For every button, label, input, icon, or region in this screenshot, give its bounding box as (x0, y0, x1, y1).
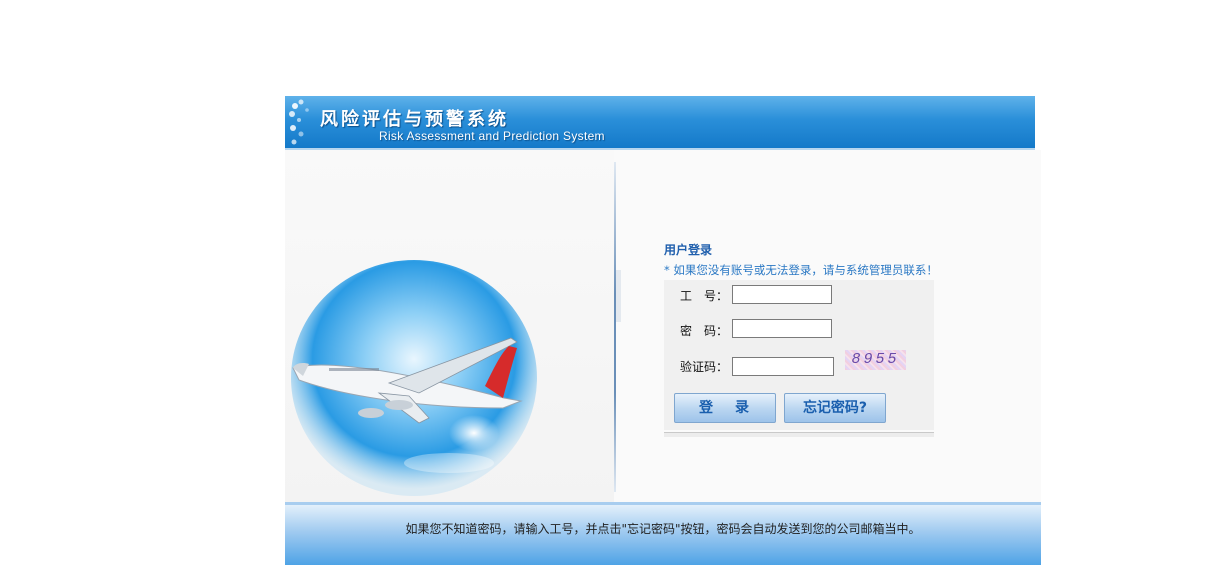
forgot-password-button[interactable]: 忘记密码? (784, 393, 886, 423)
form-bottom-border (664, 432, 934, 437)
login-note: * 如果您没有账号或无法登录，请与系统管理员联系！ (664, 263, 938, 277)
password-input[interactable] (732, 319, 832, 338)
password-label: 密 码： (680, 324, 729, 338)
footer: 如果您不知道密码，请输入工号，并点击"忘记密码"按钮，密码会自动发送到您的公司邮… (285, 505, 1041, 565)
app-title: 风险评估与预警系统 (320, 109, 509, 130)
airplane-globe-illustration (291, 260, 537, 496)
login-button[interactable]: 登录 (674, 393, 776, 423)
login-title: 用户登录 (664, 243, 713, 257)
employee-id-input[interactable] (732, 285, 832, 304)
captcha-label: 验证码： (680, 360, 729, 374)
footer-hint: 如果您不知道密码，请输入工号，并点击"忘记密码"按钮，密码会自动发送到您的公司邮… (405, 522, 921, 536)
login-main: 用户登录 * 如果您没有账号或无法登录，请与系统管理员联系！ 工 号： 密 码：… (285, 150, 1041, 502)
captcha-image[interactable]: 8955 (845, 350, 906, 370)
panel-divider (614, 162, 616, 492)
divider-accent (616, 270, 621, 322)
header-banner: 风险评估与预警系统 Risk Assessment and Prediction… (285, 96, 1035, 148)
login-page: 风险评估与预警系统 Risk Assessment and Prediction… (285, 96, 1041, 565)
illustration-panel (285, 150, 614, 502)
employee-id-label: 工 号： (680, 289, 729, 303)
captcha-input[interactable] (732, 357, 834, 376)
app-subtitle: Risk Assessment and Prediction System (379, 129, 605, 143)
dots-decoration-icon (289, 99, 309, 145)
